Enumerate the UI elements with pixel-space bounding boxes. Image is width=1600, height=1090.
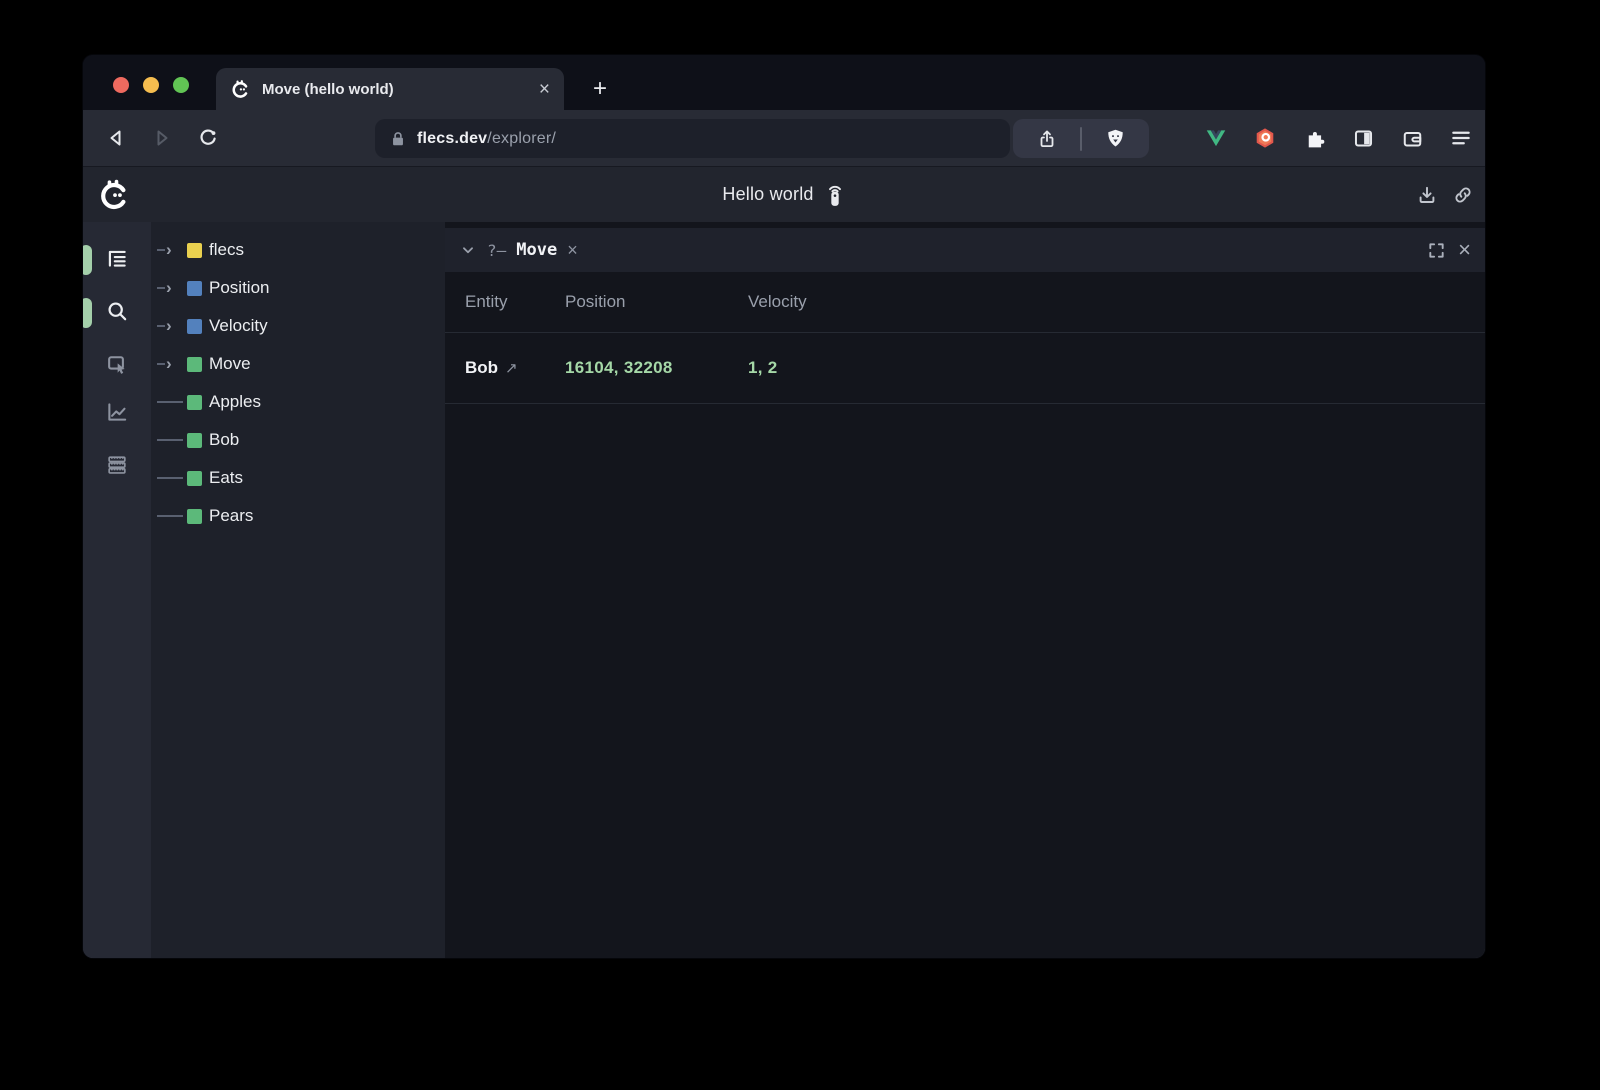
url-text: flecs.dev/explorer/: [417, 130, 556, 148]
wallet-icon[interactable]: [1400, 126, 1424, 150]
tree-item-eats[interactable]: Eats: [151, 459, 445, 497]
remote-connection-icon[interactable]: [824, 182, 846, 208]
url-path: /explorer/: [487, 130, 556, 147]
urlbar-actions: [1013, 119, 1149, 158]
view-switcher-strip: [83, 222, 151, 958]
browser-window: Move (hello world) × + flecs.dev/explore…: [83, 55, 1485, 958]
entity-tree: › flecs › Position › Velocity › Move: [151, 222, 445, 958]
memory-view-icon[interactable]: [105, 453, 129, 477]
entity-color-square: [187, 471, 202, 486]
tree-item-bob[interactable]: Bob: [151, 421, 445, 459]
app-header: Hello world: [83, 167, 1485, 222]
fullscreen-icon[interactable]: [1427, 241, 1446, 260]
header-actions: [1415, 167, 1475, 222]
menu-icon[interactable]: [1449, 126, 1473, 150]
tree-item-label: Position: [209, 278, 269, 298]
tree-item-velocity[interactable]: › Velocity: [151, 307, 445, 345]
explorer-content: › flecs › Position › Velocity › Move: [83, 222, 1485, 958]
tab-title: Move (hello world): [262, 81, 527, 98]
panel-close-icon[interactable]: ×: [1458, 239, 1471, 261]
vue-devtools-icon[interactable]: [1204, 126, 1228, 150]
expand-arrow-icon[interactable]: ›: [157, 363, 183, 365]
expand-arrow-icon[interactable]: ›: [157, 249, 183, 251]
tree-connector-line: [157, 401, 183, 403]
browser-toolbar: flecs.dev/explorer/: [83, 110, 1485, 167]
browser-tab[interactable]: Move (hello world) ×: [216, 68, 564, 110]
open-entity-icon[interactable]: ↗: [505, 359, 518, 377]
tree-item-label: Pears: [209, 506, 253, 526]
entity-color-square: [187, 281, 202, 296]
entity-color-square: [187, 319, 202, 334]
tree-item-label: Velocity: [209, 316, 268, 336]
column-header-entity: Entity: [465, 292, 565, 312]
column-header-position: Position: [565, 292, 748, 312]
entity-color-square: [187, 433, 202, 448]
tree-item-flecs[interactable]: › flecs: [151, 231, 445, 269]
inspector-view-icon[interactable]: [105, 352, 129, 376]
url-bar[interactable]: flecs.dev/explorer/: [375, 119, 1010, 158]
flecs-logo-icon: [97, 178, 130, 211]
brave-shield-icon[interactable]: [1104, 127, 1128, 151]
velocity-value: 1, 2: [748, 358, 1485, 378]
entity-color-square: [187, 243, 202, 258]
query-name: Move: [516, 240, 557, 260]
table-row[interactable]: Bob ↗ 16104, 32208 1, 2: [445, 333, 1485, 404]
macos-zoom-button[interactable]: [173, 77, 189, 93]
position-value: 16104, 32208: [565, 358, 748, 378]
query-panel-header: ?– Move × ×: [445, 228, 1485, 272]
query-close-icon[interactable]: ×: [567, 241, 578, 259]
hexagon-extension-icon[interactable]: [1253, 126, 1277, 150]
sidebar-toggle-icon[interactable]: [1351, 126, 1375, 150]
tree-item-pears[interactable]: Pears: [151, 497, 445, 535]
tab-bar: Move (hello world) × +: [83, 55, 1485, 110]
query-panel: ?– Move × × Entity Position Velocity Bob: [445, 222, 1485, 958]
expand-arrow-icon[interactable]: ›: [157, 287, 183, 289]
extensions-puzzle-icon[interactable]: [1302, 126, 1326, 150]
chevron-down-icon[interactable]: [459, 241, 477, 259]
search-view-icon[interactable]: [105, 299, 129, 323]
tree-item-label: Apples: [209, 392, 261, 412]
tree-item-label: flecs: [209, 240, 244, 260]
tree-item-move[interactable]: › Move: [151, 345, 445, 383]
tab-close-icon[interactable]: ×: [539, 80, 550, 99]
column-header-velocity: Velocity: [748, 292, 1485, 312]
back-button[interactable]: [93, 118, 139, 158]
entity-color-square: [187, 509, 202, 524]
macos-minimize-button[interactable]: [143, 77, 159, 93]
download-icon[interactable]: [1415, 183, 1439, 207]
url-domain: flecs.dev: [417, 130, 487, 147]
expand-arrow-icon[interactable]: ›: [157, 325, 183, 327]
tree-connector-line: [157, 515, 183, 517]
world-title: Hello world: [722, 184, 813, 205]
panel-controls: ×: [1427, 239, 1471, 261]
tree-view-icon[interactable]: [105, 247, 129, 271]
share-icon[interactable]: [1035, 127, 1059, 151]
query-results-empty-area: [445, 404, 1485, 958]
entity-cell[interactable]: Bob ↗: [465, 358, 565, 378]
stats-chart-icon[interactable]: [105, 400, 129, 424]
tree-item-label: Bob: [209, 430, 239, 450]
lock-icon: [389, 130, 407, 148]
reload-button[interactable]: [185, 118, 231, 158]
entity-color-square: [187, 395, 202, 410]
new-tab-button[interactable]: +: [585, 74, 615, 104]
tree-item-label: Move: [209, 354, 251, 374]
share-link-icon[interactable]: [1451, 183, 1475, 207]
toolbar-divider: [1080, 127, 1082, 151]
query-prefix: ?–: [487, 241, 506, 260]
active-view-indicator: [83, 298, 92, 328]
forward-button[interactable]: [139, 118, 185, 158]
tree-connector-line: [157, 439, 183, 441]
result-table-header: Entity Position Velocity: [445, 272, 1485, 333]
tree-item-position[interactable]: › Position: [151, 269, 445, 307]
flecs-favicon-icon: [230, 79, 250, 99]
tree-connector-line: [157, 477, 183, 479]
tree-item-label: Eats: [209, 468, 243, 488]
active-view-indicator: [83, 245, 92, 275]
entity-color-square: [187, 357, 202, 372]
entity-name: Bob: [465, 358, 498, 378]
macos-close-button[interactable]: [113, 77, 129, 93]
tree-item-apples[interactable]: Apples: [151, 383, 445, 421]
extension-icons: [1204, 110, 1473, 166]
